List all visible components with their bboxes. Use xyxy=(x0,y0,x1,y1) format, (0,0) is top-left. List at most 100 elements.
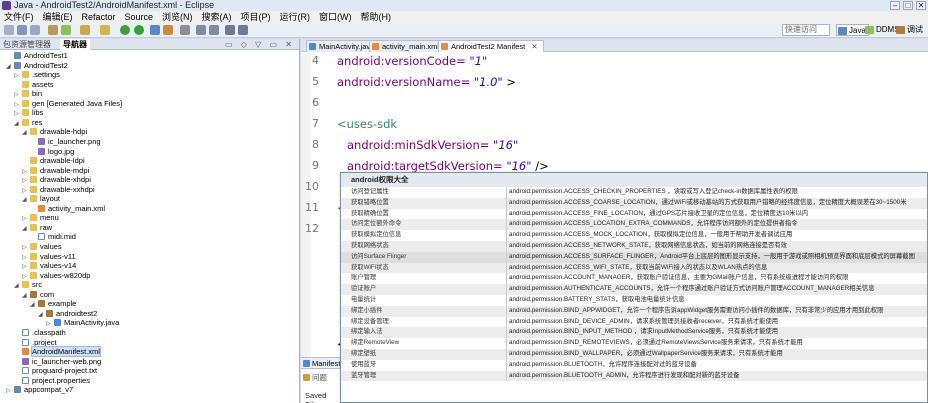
tree-item[interactable]: ▷ bin xyxy=(14,89,42,99)
forward-icon[interactable] xyxy=(238,25,248,35)
tree-item[interactable]: ic_launcher-web.png xyxy=(14,357,101,367)
tree-item[interactable]: proguard-project.txt xyxy=(14,366,97,376)
perspective-debug[interactable]: 调试 xyxy=(895,24,925,36)
tree-expander[interactable]: ◢ xyxy=(38,310,46,320)
tab-package-explorer[interactable]: 包资源管理器 xyxy=(3,39,51,50)
menu-file[interactable]: 文件(F) xyxy=(4,11,34,23)
next-annotation-icon[interactable] xyxy=(196,25,206,35)
column-divider xyxy=(506,359,507,371)
tree-expander[interactable]: ◢ xyxy=(22,291,30,301)
avd-manager-icon[interactable] xyxy=(61,25,71,35)
new-package-icon[interactable] xyxy=(163,25,173,35)
tree-item-label: .project xyxy=(32,337,57,347)
tree-item[interactable]: ▷ appcompat_v7 xyxy=(6,385,73,395)
tree-expander[interactable]: ◢ xyxy=(22,195,30,205)
tree-item[interactable]: ◢ layout xyxy=(22,194,60,204)
tree-item[interactable]: ▷ values xyxy=(22,242,62,252)
tree-item[interactable]: AndroidManifest.xml xyxy=(14,346,101,358)
run-icon[interactable] xyxy=(134,25,144,35)
debug-icon[interactable] xyxy=(120,25,130,35)
tab-navigator[interactable]: 导航器 xyxy=(60,39,90,50)
menu-source[interactable]: Source xyxy=(125,11,154,23)
tree-expander[interactable]: ▷ xyxy=(6,386,14,396)
new-android-project-icon[interactable] xyxy=(80,25,90,35)
permission-name: 获取网络状态 xyxy=(351,241,389,249)
tree-expander[interactable]: ◢ xyxy=(22,128,30,138)
tree-item[interactable]: AndroidTest1 xyxy=(6,51,68,61)
tree-item[interactable]: ◢ src xyxy=(14,280,42,290)
tree-item[interactable]: .project xyxy=(14,338,57,348)
tree-item[interactable]: ▷ .settings xyxy=(14,70,60,80)
close-tab-icon[interactable]: ✕ xyxy=(531,42,537,51)
back-icon[interactable] xyxy=(225,25,235,35)
tree-item[interactable]: project.properties xyxy=(14,376,90,386)
open-type-icon[interactable] xyxy=(150,25,160,35)
menu-help[interactable]: 帮助(H) xyxy=(361,11,392,23)
tree-item[interactable]: ◢ raw xyxy=(22,223,52,233)
file-icon xyxy=(38,233,45,241)
tree-item-label: bin xyxy=(32,89,43,99)
tab-activity-main-xml[interactable]: activity_main.xml xyxy=(369,40,446,52)
tree-item[interactable]: ◢ example xyxy=(30,299,76,309)
tree-item[interactable]: ◢ drawable-hdpi xyxy=(22,127,87,137)
quick-access-input[interactable]: 快速访问 xyxy=(782,24,830,36)
toggle-mark-icon[interactable] xyxy=(180,25,190,35)
view-controls[interactable]: ▭ ◇ ▽ ▭ ✕ xyxy=(225,39,295,50)
tree-item[interactable]: ▷ menu xyxy=(22,213,59,223)
permission-description: android.permission.BIND_REMOTEVIEWS，必须通过… xyxy=(509,339,803,347)
new-icon[interactable] xyxy=(4,25,14,35)
menu-search[interactable]: 搜索(A) xyxy=(202,11,232,23)
tree-item[interactable]: ◢ androidtest2 xyxy=(38,309,97,319)
project-icon xyxy=(14,52,21,59)
menu-window[interactable]: 窗口(W) xyxy=(319,11,352,23)
menu-navigate[interactable]: 浏览(N) xyxy=(162,11,193,23)
tab-manifest[interactable]: AndroidTest2 Manifest ✕ xyxy=(438,40,544,52)
search-icon[interactable] xyxy=(100,25,110,35)
line-number: 7 xyxy=(312,117,319,130)
tree-item[interactable]: drawable-ldpi xyxy=(22,156,85,166)
tab-problems[interactable]: 问题 xyxy=(301,372,327,383)
tab-manifest-view[interactable]: Manifest xyxy=(301,358,340,369)
prev-annotation-icon[interactable] xyxy=(209,25,219,35)
minimize-button[interactable]: – xyxy=(890,1,900,10)
tree-item[interactable]: ▷ drawable-xxhdpi xyxy=(22,185,95,195)
tree-expander[interactable]: ◢ xyxy=(30,300,38,310)
tree-item[interactable]: ◢ com xyxy=(22,290,54,300)
menu-run[interactable]: 运行(R) xyxy=(280,11,311,23)
tree-item[interactable]: ◢ res xyxy=(14,118,42,128)
close-button[interactable]: ✕ xyxy=(916,1,926,10)
menu-refactor[interactable]: Refactor xyxy=(82,11,116,23)
tree-item-label: AndroidTest1 xyxy=(24,51,68,60)
maximize-button[interactable]: □ xyxy=(903,1,913,10)
tree-item-label: appcompat_v7 xyxy=(24,385,74,395)
table-row: 获取错略位置 android.permission.ACCESS_COARSE_L… xyxy=(341,197,927,209)
tree-item[interactable]: logo.jpg xyxy=(30,147,74,157)
tree-item[interactable]: ▷ drawable-xhdpi xyxy=(22,175,91,185)
menu-edit[interactable]: 编辑(E) xyxy=(43,11,73,23)
tree-item[interactable]: ◢ AndroidTest2 xyxy=(6,61,68,71)
file-icon xyxy=(22,367,29,375)
tree-item[interactable]: ▷ values-v11 xyxy=(22,252,76,262)
tree-item[interactable]: ▷ MainActivity.java xyxy=(46,318,119,328)
tree-item[interactable]: ▷ values-w820dp xyxy=(22,271,90,281)
tree-item[interactable]: midi.mid xyxy=(30,232,76,242)
tree-item[interactable]: ▷ drawable-mdpi xyxy=(22,166,89,176)
tree-expander[interactable]: ◢ xyxy=(14,281,22,291)
android-sdk-icon[interactable] xyxy=(48,25,58,35)
tree-item[interactable]: .classpath xyxy=(14,328,66,338)
table-row: 访问登记属性 android.permission.ACCESS_CHECKIN_… xyxy=(341,187,927,198)
column-divider xyxy=(506,219,507,231)
tree-item[interactable]: ▷ gen [Generated Java Files] xyxy=(14,99,122,109)
tree-expander[interactable]: ◢ xyxy=(14,119,22,129)
tree-expander[interactable]: ◢ xyxy=(6,62,14,72)
tree-item[interactable]: ▷ values-v14 xyxy=(22,261,76,271)
tree-item[interactable]: activity_main.xml xyxy=(30,204,105,214)
tree-item[interactable]: ▷ libs xyxy=(14,108,43,118)
tree-item[interactable]: assets xyxy=(14,80,54,90)
tree-item[interactable]: ic_launcher.png xyxy=(30,137,101,147)
save-icon[interactable] xyxy=(17,25,27,35)
tree-expander[interactable]: ◢ xyxy=(22,224,30,234)
column-divider xyxy=(506,370,507,382)
print-icon[interactable] xyxy=(30,25,40,35)
menu-project[interactable]: 项目(P) xyxy=(241,11,271,23)
